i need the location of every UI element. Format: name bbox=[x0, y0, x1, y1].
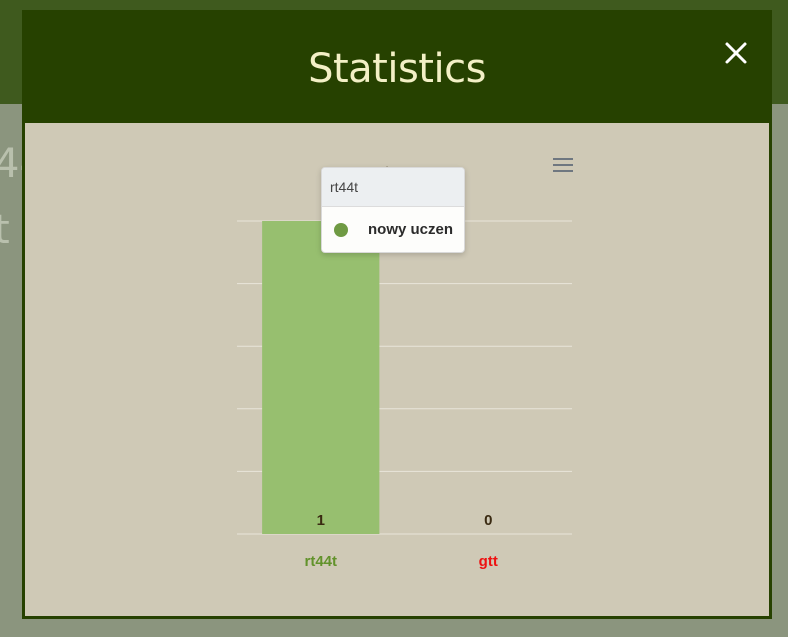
modal-title: Statistics bbox=[308, 46, 486, 92]
tooltip-series-label: nowy uczen bbox=[368, 221, 454, 238]
modal-header: Statistics bbox=[22, 10, 772, 123]
close-icon[interactable] bbox=[722, 39, 750, 67]
statistics-modal: Statistics 1rt44t0gtt trzy rt44t nowy uc… bbox=[22, 10, 772, 619]
tooltip-header: rt44t bbox=[322, 168, 464, 207]
x-axis-tick-label: rt44t bbox=[304, 553, 337, 570]
hamburger-menu-icon[interactable] bbox=[552, 154, 574, 176]
data-label: 1 bbox=[317, 512, 325, 529]
x-axis-tick-label: gtt bbox=[479, 553, 498, 570]
data-label: 0 bbox=[484, 512, 492, 529]
close-button[interactable] bbox=[722, 39, 750, 67]
modal-body: 1rt44t0gtt trzy rt44t nowy uczen bbox=[25, 123, 769, 616]
chart-menu-button[interactable] bbox=[552, 154, 574, 176]
series-marker-icon bbox=[334, 223, 348, 237]
chart-tooltip: rt44t nowy uczen bbox=[321, 167, 465, 253]
bar bbox=[262, 221, 380, 534]
tooltip-series-row: nowy uczen bbox=[322, 207, 464, 252]
background-text-fragment: t bbox=[0, 207, 10, 253]
